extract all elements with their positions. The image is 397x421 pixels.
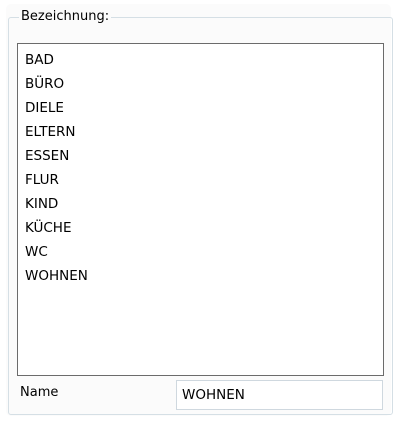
list-item[interactable]: FLUR — [25, 168, 383, 192]
name-input[interactable]: WOHNEN — [176, 380, 383, 410]
list-item[interactable]: KÜCHE — [25, 216, 383, 240]
list-item[interactable]: BAD — [25, 48, 383, 72]
list-item[interactable]: KIND — [25, 192, 383, 216]
list-item[interactable]: ELTERN — [25, 120, 383, 144]
list-item[interactable]: WOHNEN — [25, 264, 383, 288]
bezeichnung-listbox[interactable]: BAD BÜRO DIELE ELTERN ESSEN FLUR KIND KÜ… — [17, 43, 384, 376]
list-item[interactable]: ESSEN — [25, 144, 383, 168]
name-label: Name — [20, 385, 59, 400]
list-item[interactable]: DIELE — [25, 96, 383, 120]
bezeichnung-list: BAD BÜRO DIELE ELTERN ESSEN FLUR KIND KÜ… — [18, 44, 383, 288]
list-item[interactable]: BÜRO — [25, 72, 383, 96]
list-item[interactable]: WC — [25, 240, 383, 264]
group-legend: Bezeichnung: — [19, 8, 112, 25]
